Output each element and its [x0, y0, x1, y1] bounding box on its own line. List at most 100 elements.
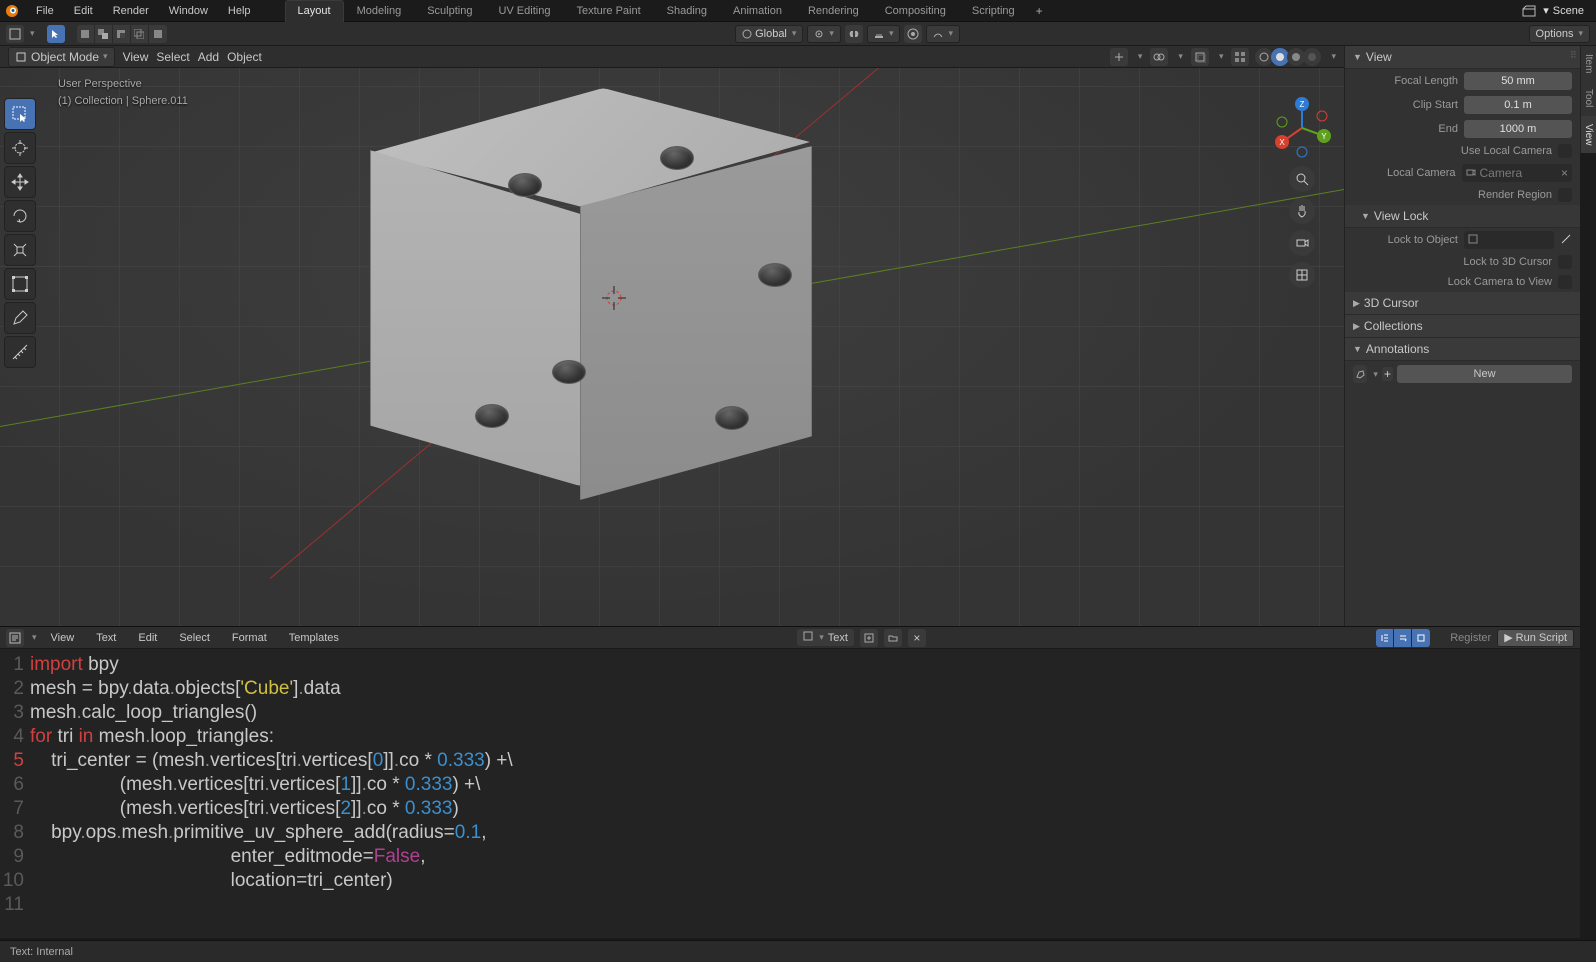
tool-scale[interactable]	[4, 234, 36, 266]
add-workspace-icon[interactable]: +	[1028, 0, 1051, 22]
text-editor-body[interactable]: 1234567891011 import bpymesh = bpy.data.…	[0, 649, 1580, 938]
perspective-icon[interactable]	[1289, 262, 1315, 288]
new-text-icon[interactable]	[860, 629, 878, 647]
text-datablock-select[interactable]: ▾ Text	[797, 629, 854, 646]
scene-selector[interactable]: ▾ Scene	[1513, 3, 1592, 19]
run-script-button[interactable]: ▶Run Script	[1497, 629, 1574, 647]
panel-viewlock-header[interactable]: ▼View Lock⠿	[1345, 205, 1580, 228]
select-intersect-icon[interactable]	[131, 25, 149, 43]
xray-toggle-icon[interactable]	[1191, 48, 1209, 66]
pan-icon[interactable]	[1289, 198, 1315, 224]
gizmo-visibility-icon[interactable]	[1110, 48, 1128, 66]
tab-modeling[interactable]: Modeling	[344, 0, 415, 22]
add-annotation-icon[interactable]: +	[1382, 367, 1393, 381]
panel-annotations-header[interactable]: ▼Annotations⠿	[1345, 338, 1580, 361]
vp-menu-select[interactable]: Select	[156, 50, 189, 64]
panel-collections-header[interactable]: ▶Collections⠿	[1345, 315, 1580, 338]
tool-transform[interactable]	[4, 268, 36, 300]
tab-texture[interactable]: Texture Paint	[563, 0, 653, 22]
use-local-camera-checkbox[interactable]	[1558, 144, 1572, 158]
tab-animation[interactable]: Animation	[720, 0, 795, 22]
menu-edit[interactable]: Edit	[64, 2, 103, 20]
eyedropper-icon[interactable]	[1560, 233, 1572, 248]
tool-move[interactable]	[4, 166, 36, 198]
select-extend-icon[interactable]	[95, 25, 113, 43]
te-menu-select[interactable]: Select	[171, 629, 218, 647]
tool-annotate[interactable]	[4, 302, 36, 334]
orientation-dropdown[interactable]: Global▾	[735, 25, 803, 43]
proportional-falloff-dropdown[interactable]: ▾	[926, 25, 960, 43]
cube-object[interactable]	[360, 88, 880, 568]
tab-rendering[interactable]: Rendering	[795, 0, 872, 22]
pivot-dropdown[interactable]: ▾	[807, 25, 841, 43]
menu-render[interactable]: Render	[103, 2, 159, 20]
vp-menu-add[interactable]: Add	[198, 50, 219, 64]
annotation-layer-icon[interactable]	[1353, 365, 1367, 383]
select-invert-icon[interactable]	[149, 25, 167, 43]
tab-layout[interactable]: Layout	[285, 0, 344, 22]
overlays-toggle-icon[interactable]	[1150, 48, 1168, 66]
lock-camera-checkbox[interactable]	[1558, 275, 1572, 289]
clip-end-value[interactable]: 1000 m	[1464, 120, 1572, 138]
tool-rotate[interactable]	[4, 200, 36, 232]
tool-cursor[interactable]	[4, 132, 36, 164]
te-menu-templates[interactable]: Templates	[281, 629, 347, 647]
zoom-icon[interactable]	[1289, 166, 1315, 192]
proportional-edit-icon[interactable]	[904, 25, 922, 43]
focal-length-value[interactable]: 50 mm	[1464, 72, 1572, 90]
menu-help[interactable]: Help	[218, 2, 261, 20]
local-camera-field[interactable]: Camera ×	[1462, 164, 1573, 182]
panel-view-header[interactable]: ▼View⠿	[1345, 46, 1580, 69]
tab-uv[interactable]: UV Editing	[485, 0, 563, 22]
cursor-tool-icon[interactable]	[47, 25, 65, 43]
vp-menu-object[interactable]: Object	[227, 50, 262, 64]
lock-to-object-field[interactable]	[1464, 231, 1554, 249]
panel-3dcursor-header[interactable]: ▶3D Cursor⠿	[1345, 292, 1580, 315]
snap-toggle-icon[interactable]	[845, 25, 863, 43]
npanel-tab-item[interactable]: Item	[1580, 46, 1596, 81]
camera-icon[interactable]	[1289, 230, 1315, 256]
options-dropdown[interactable]: Options▾	[1529, 25, 1590, 43]
te-menu-view[interactable]: View	[43, 629, 83, 647]
sphere-object[interactable]	[758, 263, 792, 287]
snap-type-dropdown[interactable]: ▾	[867, 25, 901, 43]
tab-shading[interactable]: Shading	[654, 0, 720, 22]
editor-type-icon[interactable]	[6, 25, 24, 43]
menu-window[interactable]: Window	[159, 2, 218, 20]
tab-compositing[interactable]: Compositing	[872, 0, 959, 22]
npanel-tab-view[interactable]: View	[1580, 116, 1596, 154]
sphere-object[interactable]	[552, 360, 586, 384]
tab-scripting[interactable]: Scripting	[959, 0, 1028, 22]
word-wrap-icon[interactable]	[1394, 629, 1412, 647]
sphere-object[interactable]	[715, 406, 749, 430]
toggle-quad-icon[interactable]	[1231, 48, 1249, 66]
blender-logo-icon[interactable]	[4, 3, 20, 19]
tool-measure[interactable]	[4, 336, 36, 368]
shading-rendered-icon[interactable]	[1303, 48, 1321, 66]
lock-to-cursor-checkbox[interactable]	[1558, 255, 1572, 269]
clip-start-value[interactable]: 0.1 m	[1464, 96, 1572, 114]
npanel-tab-tool[interactable]: Tool	[1580, 81, 1596, 115]
code-area[interactable]: import bpymesh = bpy.data.objects['Cube'…	[30, 653, 1580, 938]
line-numbers-icon[interactable]	[1376, 629, 1394, 647]
tool-select-box[interactable]	[4, 98, 36, 130]
te-menu-edit[interactable]: Edit	[130, 629, 165, 647]
sphere-object[interactable]	[660, 146, 694, 170]
select-subtract-icon[interactable]	[113, 25, 131, 43]
new-annotation-button[interactable]: New	[1397, 365, 1572, 383]
3d-viewport[interactable]: User Perspective (1) Collection | Sphere…	[0, 46, 1344, 626]
mode-select[interactable]: Object Mode▾	[8, 47, 115, 67]
tab-sculpting[interactable]: Sculpting	[414, 0, 485, 22]
axis-gizmo[interactable]: Z X Y	[1270, 96, 1334, 160]
select-new-icon[interactable]	[77, 25, 95, 43]
clear-icon[interactable]: ×	[1561, 166, 1568, 180]
sphere-object[interactable]	[508, 173, 542, 197]
render-region-checkbox[interactable]	[1558, 188, 1572, 202]
menu-file[interactable]: File	[26, 2, 64, 20]
unlink-text-icon[interactable]: ×	[908, 629, 926, 647]
vp-menu-view[interactable]: View	[123, 50, 149, 64]
syntax-highlight-icon[interactable]	[1412, 629, 1430, 647]
sphere-object[interactable]	[475, 404, 509, 428]
open-text-icon[interactable]	[884, 629, 902, 647]
te-menu-format[interactable]: Format	[224, 629, 275, 647]
